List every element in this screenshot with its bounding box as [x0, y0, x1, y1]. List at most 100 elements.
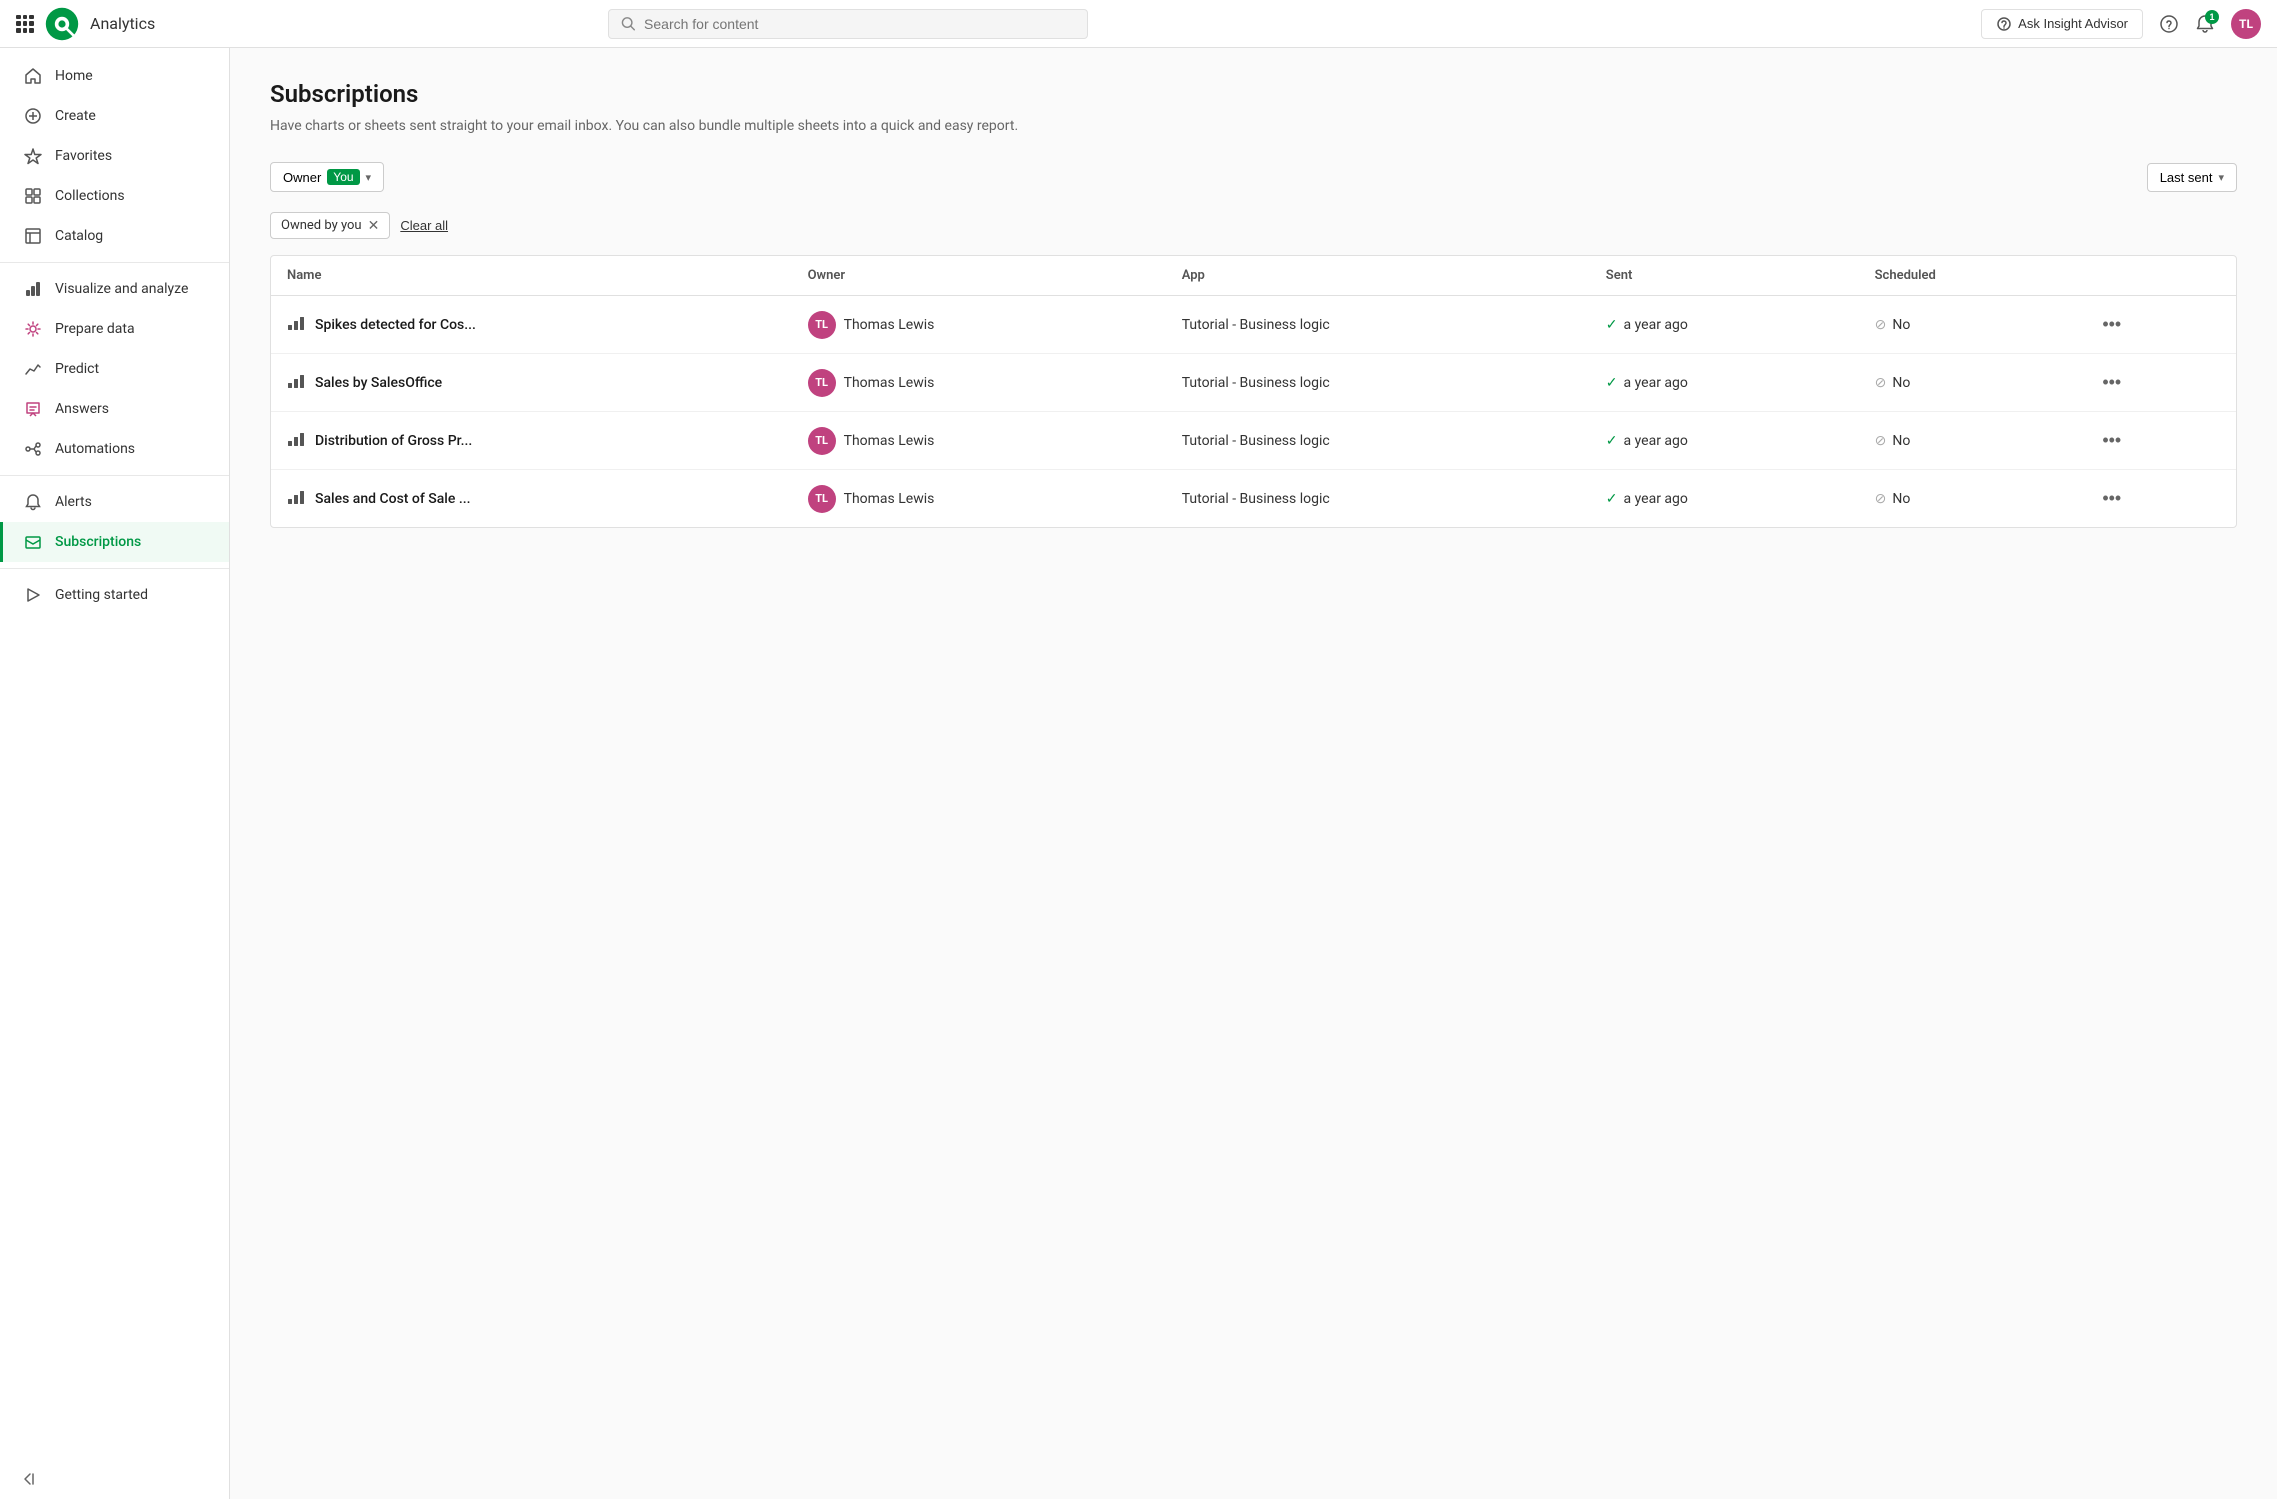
app-name-1: Tutorial - Business logic	[1182, 375, 1330, 391]
insight-advisor-button[interactable]: Ask Insight Advisor	[1981, 9, 2143, 39]
cell-app-1: Tutorial - Business logic	[1166, 354, 1590, 412]
sidebar-item-subscriptions[interactable]: Subscriptions	[0, 522, 229, 562]
cell-owner-0: TL Thomas Lewis	[792, 296, 1166, 354]
col-name: Name	[271, 256, 792, 296]
main-content: Subscriptions Have charts or sheets sent…	[230, 48, 2277, 1499]
subscription-name-1[interactable]: Sales by SalesOffice	[315, 375, 442, 391]
sidebar-item-getting-started[interactable]: Getting started	[0, 575, 229, 615]
chevron-down-icon: ▾	[366, 171, 372, 184]
subscriptions-icon	[23, 532, 43, 552]
owner-avatar-2: TL	[808, 427, 836, 455]
prepare-icon	[23, 319, 43, 339]
topnav-right: Ask Insight Advisor 1 TL	[1981, 9, 2261, 39]
visualize-icon	[23, 279, 43, 299]
sent-time-2: a year ago	[1624, 433, 1688, 449]
sidebar-item-catalog[interactable]: Catalog	[0, 216, 229, 256]
more-options-button-0[interactable]: •••	[2094, 310, 2129, 339]
app-name-3: Tutorial - Business logic	[1182, 491, 1330, 507]
qlik-logo[interactable]	[44, 6, 80, 42]
owner-name-2: Thomas Lewis	[844, 433, 935, 449]
plus-icon	[23, 106, 43, 126]
grid-menu-icon[interactable]	[16, 15, 34, 33]
subscription-name-0[interactable]: Spikes detected for Cos...	[315, 317, 476, 333]
sidebar-alerts-label: Alerts	[55, 494, 92, 510]
more-options-button-1[interactable]: •••	[2094, 368, 2129, 397]
predict-icon	[23, 359, 43, 379]
search-bar[interactable]	[608, 9, 1088, 39]
filter-chip-label: Owned by you	[281, 218, 362, 233]
filter-bar: Owner You ▾ Last sent ▾	[270, 162, 2237, 192]
user-avatar[interactable]: TL	[2231, 9, 2261, 39]
sidebar-item-create[interactable]: Create	[0, 96, 229, 136]
collapse-icon	[20, 1471, 36, 1487]
owner-avatar-0: TL	[808, 311, 836, 339]
cell-sent-3: ✓ a year ago	[1590, 470, 1859, 528]
sidebar-item-visualize[interactable]: Visualize and analyze	[0, 269, 229, 309]
subscription-name-3[interactable]: Sales and Cost of Sale ...	[315, 491, 471, 507]
notifications-button[interactable]: 1	[2195, 14, 2215, 34]
scheduled-value-2: No	[1892, 433, 1910, 449]
sort-button[interactable]: Last sent ▾	[2147, 163, 2237, 192]
sidebar-item-home[interactable]: Home	[0, 56, 229, 96]
insight-icon	[1996, 16, 2012, 32]
filter-left: Owner You ▾	[270, 162, 384, 192]
sort-chevron-icon: ▾	[2218, 171, 2224, 184]
sidebar-item-collections[interactable]: Collections	[0, 176, 229, 216]
sidebar-answers-label: Answers	[55, 401, 109, 417]
sidebar-item-predict[interactable]: Predict	[0, 349, 229, 389]
catalog-icon	[23, 226, 43, 246]
owner-value-badge: You	[327, 169, 359, 185]
chart-icon-1	[287, 372, 305, 394]
subscription-name-2[interactable]: Distribution of Gross Pr...	[315, 433, 472, 449]
sidebar-divider-2	[0, 475, 229, 476]
home-icon	[23, 66, 43, 86]
alerts-icon	[23, 492, 43, 512]
more-options-button-3[interactable]: •••	[2094, 484, 2129, 513]
col-scheduled: Scheduled	[1859, 256, 2079, 296]
sidebar-item-favorites[interactable]: Favorites	[0, 136, 229, 176]
sidebar-home-label: Home	[55, 68, 93, 84]
help-button[interactable]	[2159, 14, 2179, 34]
more-options-button-2[interactable]: •••	[2094, 426, 2129, 455]
sidebar-nav: Home Create Favorites Collections	[0, 48, 229, 1459]
sidebar: Home Create Favorites Collections	[0, 48, 230, 1499]
scheduled-value-1: No	[1892, 375, 1910, 391]
sidebar-collections-label: Collections	[55, 188, 125, 204]
subscriptions-table: Name Owner App Sent Scheduled Spikes det	[271, 256, 2236, 527]
cell-sent-2: ✓ a year ago	[1590, 412, 1859, 470]
clear-all-button[interactable]: Clear all	[400, 218, 448, 233]
owned-by-you-chip: Owned by you ✕	[270, 212, 390, 239]
answers-icon	[23, 399, 43, 419]
sidebar-item-automations[interactable]: Automations	[0, 429, 229, 469]
insight-advisor-label: Ask Insight Advisor	[2018, 16, 2128, 31]
sidebar-automations-label: Automations	[55, 441, 135, 457]
sidebar-divider-1	[0, 262, 229, 263]
col-owner: Owner	[792, 256, 1166, 296]
search-input[interactable]	[644, 16, 1075, 32]
sidebar-item-alerts[interactable]: Alerts	[0, 482, 229, 522]
top-navigation: Analytics Ask Insight Advisor	[0, 0, 2277, 48]
scheduled-value-0: No	[1892, 317, 1910, 333]
table-row: Distribution of Gross Pr... TL Thomas Le…	[271, 412, 2236, 470]
active-filters-bar: Owned by you ✕ Clear all	[270, 212, 2237, 239]
topnav-left: Analytics	[16, 6, 155, 42]
cell-app-0: Tutorial - Business logic	[1166, 296, 1590, 354]
automations-icon	[23, 439, 43, 459]
sidebar-item-prepare[interactable]: Prepare data	[0, 309, 229, 349]
owner-name-1: Thomas Lewis	[844, 375, 935, 391]
owner-filter-button[interactable]: Owner You ▾	[270, 162, 384, 192]
cell-sent-1: ✓ a year ago	[1590, 354, 1859, 412]
chart-icon-0	[287, 314, 305, 336]
sidebar-divider-3	[0, 568, 229, 569]
sidebar-collapse-button[interactable]	[20, 1471, 209, 1487]
app-name-0: Tutorial - Business logic	[1182, 317, 1330, 333]
chart-icon-2	[287, 430, 305, 452]
sidebar-subscriptions-label: Subscriptions	[55, 534, 141, 550]
remove-filter-icon[interactable]: ✕	[368, 219, 380, 233]
sidebar-item-answers[interactable]: Answers	[0, 389, 229, 429]
cell-owner-3: TL Thomas Lewis	[792, 470, 1166, 528]
table-row: Sales and Cost of Sale ... TL Thomas Lew…	[271, 470, 2236, 528]
search-icon	[621, 16, 636, 32]
sidebar-create-label: Create	[55, 108, 96, 124]
no-schedule-icon-2: ⊘	[1875, 433, 1887, 449]
